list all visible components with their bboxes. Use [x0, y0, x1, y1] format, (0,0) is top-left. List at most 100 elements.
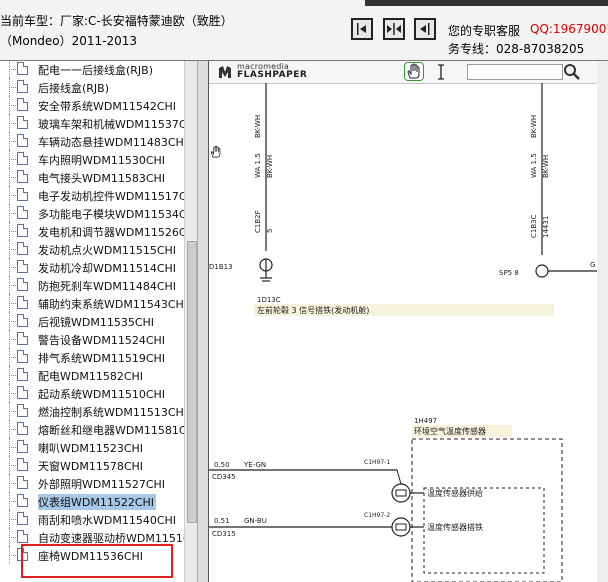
- document-icon: [17, 296, 28, 309]
- tree-item-label: 配电WDM11582CHI: [38, 370, 144, 383]
- document-icon: [17, 80, 28, 93]
- tree-item[interactable]: 发动机点火WDM11515CHI: [0, 240, 184, 258]
- wire-b-color: GN-BU: [244, 517, 267, 525]
- document-icon: [17, 512, 28, 525]
- magnifier-icon[interactable]: [563, 63, 581, 81]
- qq-contact-link[interactable]: QQ:19679001: [530, 22, 608, 36]
- tree-item[interactable]: 发动机冷却WDM11514CHI: [0, 258, 184, 276]
- wire-b-circuit: CD315: [212, 530, 236, 538]
- tree-item[interactable]: 后视镜WDM11535CHI: [0, 312, 184, 330]
- connector-b-symbol: [391, 517, 411, 537]
- flashpaper-viewer: macromedia FLASHPAPER BK-WH WA 1.5 BK-WH…: [209, 61, 608, 582]
- hand-tool-button[interactable]: [404, 62, 424, 81]
- wire-left-size: WA 1.5: [254, 153, 262, 178]
- tree-scrollbar-thumb[interactable]: [187, 241, 197, 523]
- tree-item[interactable]: 安全带系统WDM11542CHI: [0, 96, 184, 114]
- tree-item-label: 喇叭WDM11523CHI: [38, 442, 144, 455]
- pin-left-label: 5: [266, 229, 274, 233]
- logo-product-text: FLASHPAPER: [237, 70, 308, 80]
- tree-item-label: 警告设备WDM11524CHI: [38, 334, 166, 347]
- viewer-scrollbar[interactable]: [597, 61, 608, 582]
- vehicle-title: 当前车型：厂家:C-长安福特蒙迪欧（致胜）: [0, 14, 233, 28]
- hand-icon: [407, 63, 420, 79]
- previous-page-icon: [420, 23, 430, 35]
- tree-item-label: 起动系统WDM11510CHI: [38, 388, 166, 401]
- header-top-strip: [365, 0, 608, 6]
- tree-item[interactable]: 车辆动态悬挂WDM11483CHI: [0, 132, 184, 150]
- previous-page-button[interactable]: [414, 18, 436, 40]
- tree-item[interactable]: 后接线盒(RJB): [0, 78, 184, 96]
- tree-item[interactable]: 雨刮和喷水WDM11540CHI: [0, 510, 184, 528]
- tree-item[interactable]: 车内照明WDM11530CHI: [0, 150, 184, 168]
- document-icon: [17, 332, 28, 345]
- hotline-text: 务专线：028-87038205: [448, 42, 585, 56]
- splice-right-label: SP5 8: [499, 269, 519, 277]
- wiring-diagram[interactable]: BK-WH WA 1.5 BK-WH C1B2F 5 D1B13 BK-WH W…: [209, 83, 597, 582]
- document-icon: [17, 62, 28, 75]
- find-input[interactable]: [467, 64, 563, 80]
- tree-item[interactable]: 电子发动机控件WDM11517CHI: [0, 186, 184, 204]
- tree-item-label: 辅助约束系统WDM11543CHI: [38, 298, 184, 311]
- document-icon: [17, 98, 28, 111]
- tree-item[interactable]: 防抱死刹车WDM11484CHI: [0, 276, 184, 294]
- split-view-button[interactable]: [383, 18, 405, 40]
- vehicle-subtitle: （Mondeo）2011-2013: [0, 34, 138, 48]
- tree-item[interactable]: 电气接头WDM11583CHI: [0, 168, 184, 186]
- tree-item[interactable]: 起动系统WDM11510CHI: [0, 384, 184, 402]
- tree-item-label: 防抱死刹车WDM11484CHI: [38, 280, 177, 293]
- tree-item[interactable]: 排气系统WDM11519CHI: [0, 348, 184, 366]
- service-label: 您的专职客服: [448, 24, 521, 38]
- wire-b-size: 0.51: [214, 517, 230, 525]
- tree-item-label: 电子发动机控件WDM11517CHI: [38, 190, 184, 203]
- tree-item[interactable]: 警告设备WDM11524CHI: [0, 330, 184, 348]
- pane-splitter[interactable]: [197, 61, 209, 582]
- document-icon: [17, 188, 28, 201]
- tree-item-label: 仪表组WDM11522CHI: [38, 494, 157, 510]
- tree-item-label: 发动机点火WDM11515CHI: [38, 244, 177, 257]
- tree-item[interactable]: 多功能电子模块WDM11534CHI: [0, 204, 184, 222]
- ground-left-label: D1B13: [209, 263, 233, 271]
- tree-item[interactable]: 仪表组WDM11522CHI: [0, 492, 184, 510]
- module-2-code: 1H497: [414, 417, 437, 425]
- tree-item[interactable]: 配电WDM11582CHI: [0, 366, 184, 384]
- tree-item-label: 多功能电子模块WDM11534CHI: [38, 208, 184, 221]
- document-icon: [17, 116, 28, 129]
- text-cursor-icon[interactable]: [434, 63, 448, 81]
- tree-item[interactable]: 玻璃车架和机械WDM11537CHI: [0, 114, 184, 132]
- document-icon: [17, 494, 28, 507]
- tree-item[interactable]: 天窗WDM11578CHI: [0, 456, 184, 474]
- hand-cursor-icon: [210, 145, 221, 158]
- tree-item[interactable]: 外部照明WDM11527CHI: [0, 474, 184, 492]
- tree-item[interactable]: 辅助约束系统WDM11543CHI: [0, 294, 184, 312]
- module-1-description: 左前轮毂 3 信号搭铁(发动机舱): [257, 305, 369, 315]
- document-icon: [17, 422, 28, 435]
- tree-item-label: 雨刮和喷水WDM11540CHI: [38, 514, 177, 527]
- tree-scrollbar[interactable]: [184, 61, 197, 582]
- tree-item[interactable]: 燃油控制系统WDM11513CHI: [0, 402, 184, 420]
- macromedia-logo-icon: [219, 66, 231, 78]
- connector-left-label: C1B2F: [254, 210, 262, 233]
- tree-item-label: 发电机和调节器WDM11526CHI: [38, 226, 184, 239]
- wire-left-color-1: BK-WH: [254, 115, 262, 138]
- tree-item-label: 后接线盒(RJB): [38, 82, 110, 95]
- wire-a-circuit: CD345: [212, 473, 236, 481]
- tree-item-label: 配电一一后接线盒(RJB): [38, 64, 154, 77]
- selection-highlight-box: [21, 544, 173, 578]
- document-icon: [17, 278, 28, 291]
- tree-item-label: 排气系统WDM11519CHI: [38, 352, 166, 365]
- first-page-button[interactable]: [351, 18, 373, 40]
- wire-right-color-1: BK-WH: [530, 115, 538, 138]
- document-icon: [17, 368, 28, 381]
- tree-item[interactable]: 配电一一后接线盒(RJB): [0, 61, 184, 78]
- tree-item[interactable]: 发电机和调节器WDM11526CHI: [0, 222, 184, 240]
- document-icon: [17, 476, 28, 489]
- tree-item-label: 车辆动态悬挂WDM11483CHI: [38, 136, 184, 149]
- wire-left-color-2: BK-WH: [266, 155, 274, 178]
- module-1-code: 1D13C: [257, 296, 281, 304]
- wire-a-color: YE-GN: [243, 461, 266, 469]
- tree-item[interactable]: 熔断丝和继电器WDM11581CHI: [0, 420, 184, 438]
- tree-item-label: 燃油控制系统WDM11513CHI: [38, 406, 184, 419]
- tree-item[interactable]: 喇叭WDM11523CHI: [0, 438, 184, 456]
- split-arrows-icon: [387, 23, 401, 35]
- document-icon: [17, 314, 28, 327]
